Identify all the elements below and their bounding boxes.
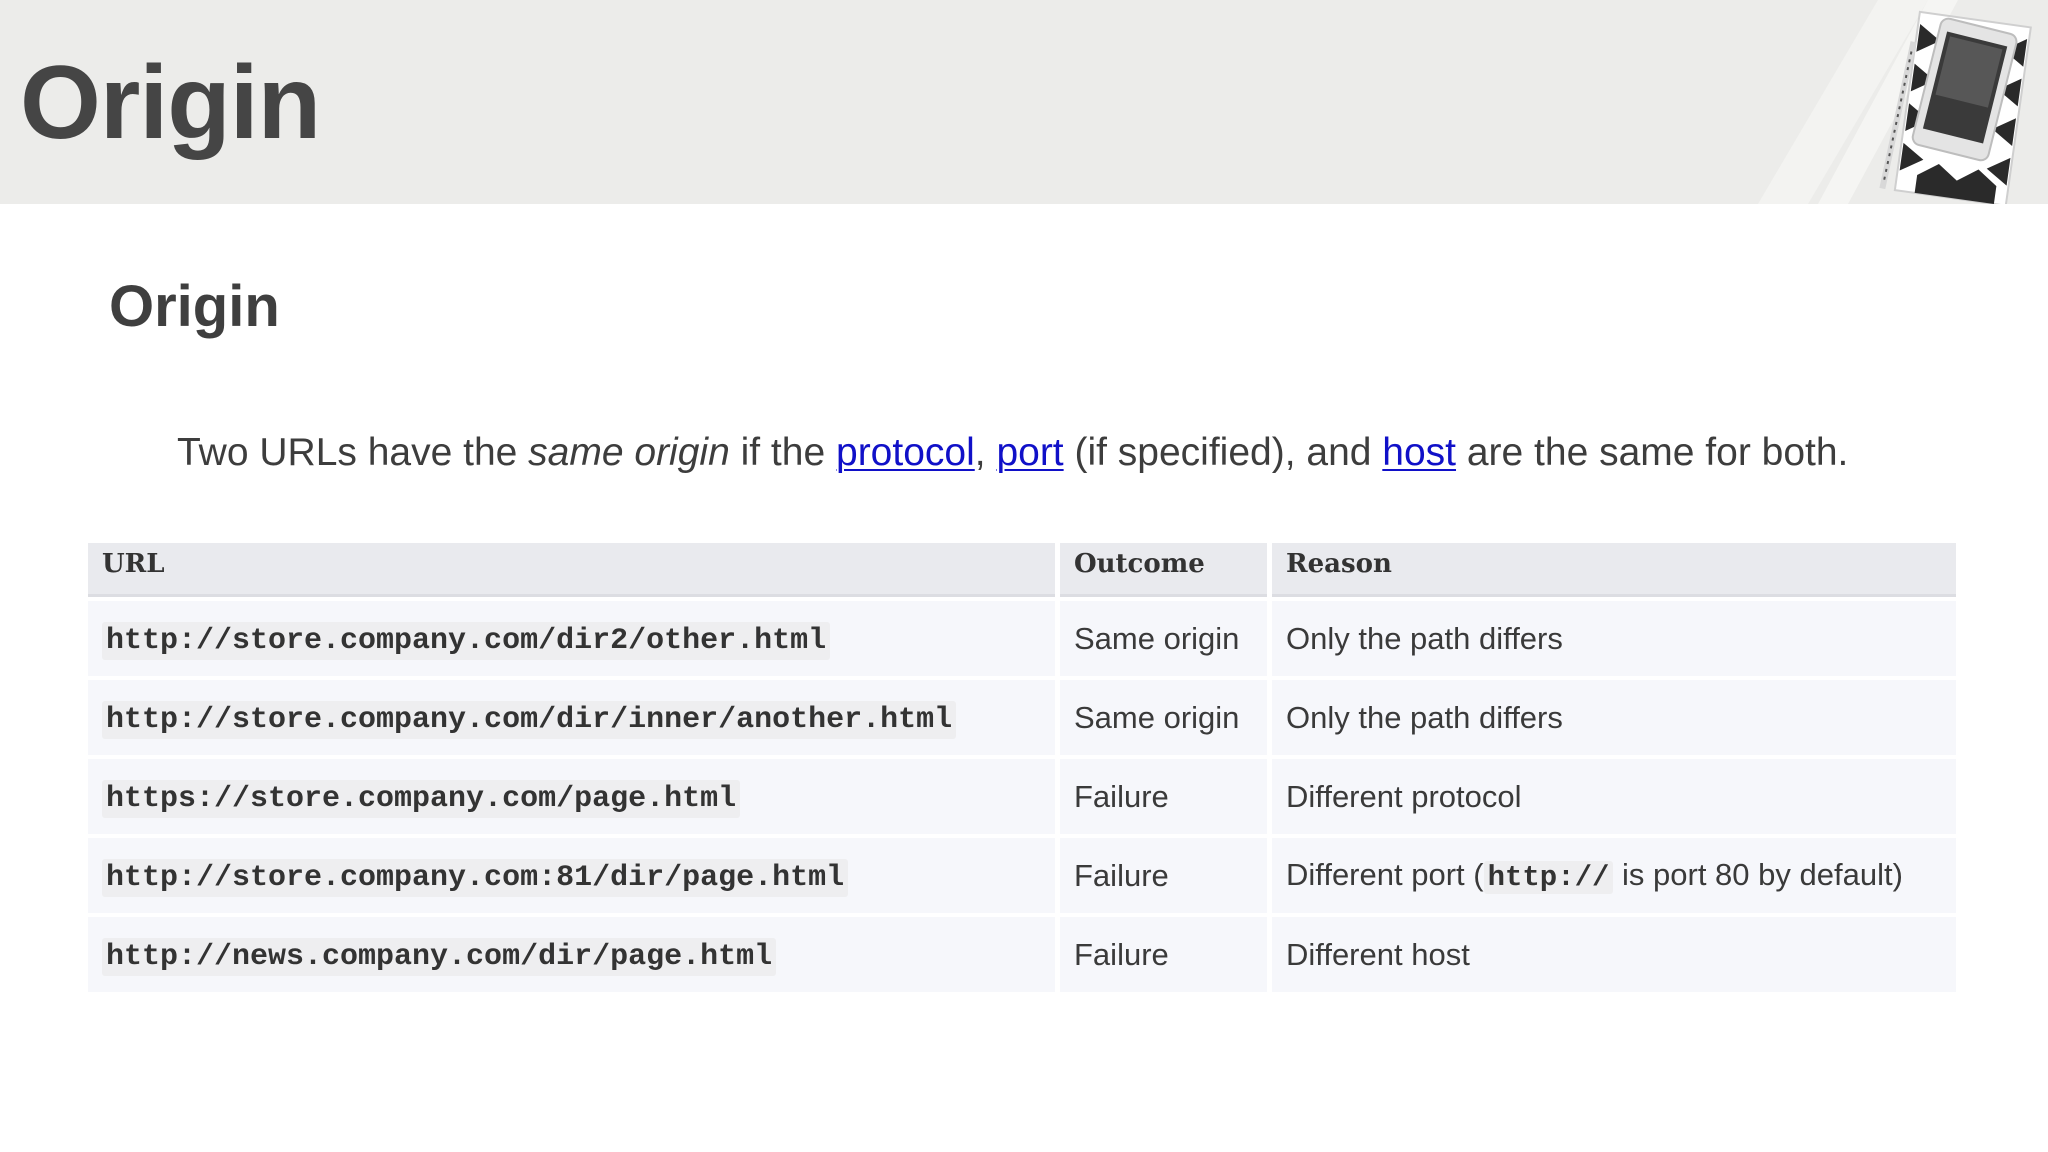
outcome-cell: Failure xyxy=(1060,759,1267,834)
outcome-cell: Failure xyxy=(1060,838,1267,913)
host-link[interactable]: host xyxy=(1382,431,1456,474)
url-code: http://store.company.com:81/dir/page.htm… xyxy=(102,858,849,897)
url-cell: https://store.company.com/page.html xyxy=(88,759,1055,834)
url-code: http://store.company.com/dir/inner/anoth… xyxy=(102,700,957,739)
intro-paragraph: Two URLs have the same origin if the pro… xyxy=(177,428,1848,478)
origin-table-container: URL Outcome Reason http://store.company.… xyxy=(88,543,1956,996)
reason-text-post: is port 80 by default) xyxy=(1613,857,1903,892)
table-row: http://store.company.com:81/dir/page.htm… xyxy=(88,838,1956,913)
url-code: http://store.company.com/dir2/other.html xyxy=(102,621,831,660)
table-row: https://store.company.com/page.html Fail… xyxy=(88,759,1956,834)
outcome-cell: Same origin xyxy=(1060,601,1267,676)
intro-text-4: are the same for both. xyxy=(1456,431,1849,474)
reason-text-pre: Different port ( xyxy=(1286,857,1484,892)
phone-notebook-illustration xyxy=(1758,0,2032,204)
url-cell: http://store.company.com/dir/inner/anoth… xyxy=(88,680,1055,755)
origin-comparison-table: URL Outcome Reason http://store.company.… xyxy=(83,539,1961,996)
table-row: http://store.company.com/dir/inner/anoth… xyxy=(88,680,1956,755)
intro-emphasis: same origin xyxy=(528,431,730,474)
intro-text-2: if the xyxy=(729,431,836,474)
url-cell: http://store.company.com:81/dir/page.htm… xyxy=(88,838,1055,913)
protocol-link[interactable]: protocol xyxy=(836,431,975,474)
outcome-cell: Same origin xyxy=(1060,680,1267,755)
table-row: http://news.company.com/dir/page.html Fa… xyxy=(88,917,1956,992)
header-reason: Reason xyxy=(1272,543,1956,597)
url-cell: http://news.company.com/dir/page.html xyxy=(88,917,1055,992)
url-code: https://store.company.com/page.html xyxy=(102,779,741,818)
intro-text-1: Two URLs have the xyxy=(177,431,529,474)
reason-cell: Only the path differs xyxy=(1272,680,1956,755)
table-row: http://store.company.com/dir2/other.html… xyxy=(88,601,1956,676)
table-header-row: URL Outcome Reason xyxy=(88,543,1956,597)
slide-banner: Origin xyxy=(0,0,2048,204)
reason-cell: Different port (http:// is port 80 by de… xyxy=(1272,838,1956,913)
url-code: http://news.company.com/dir/page.html xyxy=(102,937,777,976)
outcome-cell: Failure xyxy=(1060,917,1267,992)
url-cell: http://store.company.com/dir2/other.html xyxy=(88,601,1055,676)
section-heading: Origin xyxy=(109,274,280,339)
intro-comma: , xyxy=(974,431,986,474)
reason-cell: Only the path differs xyxy=(1272,601,1956,676)
port-link[interactable]: port xyxy=(996,431,1063,474)
reason-cell: Different host xyxy=(1272,917,1956,992)
header-outcome: Outcome xyxy=(1060,543,1267,597)
intro-text-3: (if specified), and xyxy=(1063,431,1383,474)
header-url: URL xyxy=(88,543,1055,597)
slide-title: Origin xyxy=(20,45,321,161)
reason-code: http:// xyxy=(1483,861,1614,894)
reason-cell: Different protocol xyxy=(1272,759,1956,834)
